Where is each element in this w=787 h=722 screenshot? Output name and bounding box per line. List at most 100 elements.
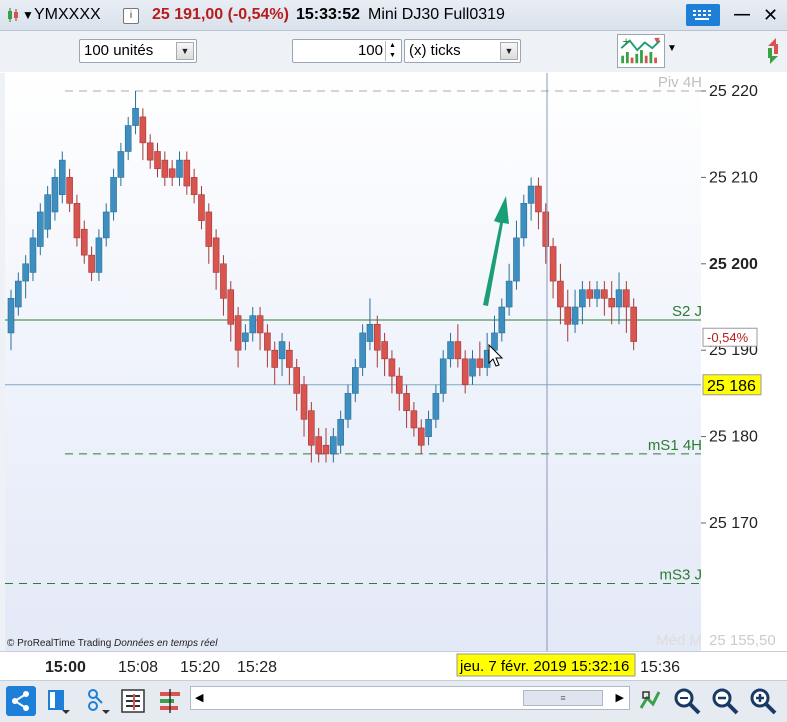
candle-body xyxy=(549,246,557,282)
candle xyxy=(80,220,88,264)
instrument-dropdown-icon[interactable]: ▼ xyxy=(22,0,34,30)
change-pct-label: -0,54% xyxy=(707,330,749,345)
tick-unit-dropdown-icon[interactable]: ▼ xyxy=(500,42,518,60)
tick-spinner-icon[interactable]: ▲ ▼ xyxy=(385,41,399,61)
candle xyxy=(417,419,425,454)
drawing-tools-icon[interactable] xyxy=(82,686,112,716)
candle xyxy=(447,332,454,368)
quantity-dropdown-icon[interactable]: ▼ xyxy=(176,42,194,60)
indicators-dropdown-icon[interactable]: ▼ xyxy=(667,43,677,54)
tick-count-input[interactable]: 100 ▲ ▼ xyxy=(292,39,402,63)
candle-body xyxy=(300,384,308,420)
scroll-right-icon[interactable]: ▶ xyxy=(616,691,624,704)
candle xyxy=(373,315,381,368)
scroll-left-icon[interactable]: ◀ xyxy=(195,691,203,704)
candle xyxy=(439,350,447,403)
chart-area[interactable]: Piv 4H S2 J mS1 4H mS3 J Méd M xyxy=(5,73,701,651)
candle xyxy=(352,358,359,403)
candle-body xyxy=(58,159,66,195)
candle-body xyxy=(198,194,205,221)
close-button[interactable]: ✕ xyxy=(763,0,778,30)
candle xyxy=(198,186,205,230)
keyboard-icon[interactable] xyxy=(686,4,720,26)
candle xyxy=(168,160,176,187)
price-tick-label: 25 220 xyxy=(709,83,758,100)
zoom-fit-icon[interactable] xyxy=(672,686,702,716)
candle-body xyxy=(51,177,59,213)
candle-body xyxy=(7,298,15,334)
price-axis-svg: 25 22025 21025 20025 19025 18025 170-0,5… xyxy=(701,83,776,649)
window-layout-icon[interactable] xyxy=(44,686,74,716)
candle-body xyxy=(124,125,132,152)
candle xyxy=(395,367,403,411)
data-note: Données en temps réel xyxy=(114,638,218,649)
title-bar: ▼ YMXXXX i 25 191,00 (-0,54%) 15:33:52 M… xyxy=(0,0,787,31)
candle xyxy=(15,272,22,316)
zoom-in-icon[interactable] xyxy=(748,686,778,716)
quantity-select[interactable]: 100 unités ▼ xyxy=(79,39,197,63)
candle-body xyxy=(234,315,242,351)
tick-unit-select[interactable]: (x) ticks ▼ xyxy=(404,39,521,63)
zoom-out-icon[interactable] xyxy=(710,686,740,716)
indicators-icon[interactable]: + xyxy=(617,34,665,68)
candle xyxy=(249,307,257,342)
candle xyxy=(154,142,161,178)
candle xyxy=(381,332,388,377)
chart-scrollbar[interactable]: ◀ ≡ ▶ xyxy=(190,686,630,710)
candle xyxy=(469,350,476,385)
minimize-button[interactable]: — xyxy=(734,0,750,30)
candle-body xyxy=(447,341,454,360)
info-icon[interactable]: i xyxy=(123,8,139,24)
candle-body xyxy=(352,367,359,394)
bar-list-icon[interactable] xyxy=(155,686,185,716)
candle-body xyxy=(146,142,154,161)
candle xyxy=(271,341,279,385)
candle-body xyxy=(264,332,271,351)
auto-scale-icon[interactable] xyxy=(637,686,663,716)
candle-body xyxy=(608,298,615,308)
time-axis[interactable]: 15:00 15:08 15:20 15:28 15:36 jeu. 7 févr. 20… xyxy=(0,651,787,680)
candle xyxy=(139,108,147,161)
quantity-value: 100 unités xyxy=(84,42,154,59)
candle xyxy=(542,203,550,264)
price-axis[interactable]: 25 220 25 210 25 200 25 190 25 180 25 170 -0,5… xyxy=(701,73,787,651)
candle xyxy=(388,350,396,394)
label-s2-j: S2 J xyxy=(672,303,701,320)
candle xyxy=(498,298,506,342)
scroll-thumb[interactable]: ≡ xyxy=(523,690,603,706)
candle-body xyxy=(168,168,176,178)
candle xyxy=(630,298,637,351)
candle xyxy=(571,289,579,333)
checklist-icon[interactable] xyxy=(118,686,148,716)
candle-body xyxy=(205,211,213,247)
order-book-icon[interactable] xyxy=(762,34,784,68)
label-piv-4h: Piv 4H xyxy=(658,74,701,91)
candle-body xyxy=(95,237,103,273)
candle xyxy=(220,255,227,316)
candle-body xyxy=(505,280,513,308)
price-tick-label: 25 200 xyxy=(709,256,758,273)
candle xyxy=(615,272,623,325)
candle-body xyxy=(190,177,198,195)
candle xyxy=(264,324,271,368)
candlestick-icon[interactable] xyxy=(6,7,20,23)
candle xyxy=(44,186,51,238)
candle xyxy=(300,376,308,437)
share-icon[interactable] xyxy=(6,686,36,716)
instrument-name[interactable]: YMXXXX xyxy=(34,0,101,30)
candle xyxy=(51,168,59,221)
candle-body xyxy=(417,427,425,446)
crosshair-time-label: jeu. 7 févr. 2019 15:32:16 xyxy=(459,658,629,675)
instrument-full-name: Mini DJ30 Full0319 xyxy=(368,6,505,23)
copyright-text: © ProRealTime Trading xyxy=(7,638,112,649)
tick-unit-value: (x) ticks xyxy=(409,42,461,59)
candle-body xyxy=(315,436,322,455)
price-chart[interactable]: Piv 4H S2 J mS1 4H mS3 J Méd M xyxy=(5,73,701,651)
candle-body xyxy=(425,419,432,437)
candle xyxy=(176,151,183,187)
candle-body xyxy=(330,436,337,455)
candle-body xyxy=(410,410,418,429)
candle xyxy=(403,384,410,428)
candle-body xyxy=(22,263,29,282)
candle-body xyxy=(322,444,330,455)
